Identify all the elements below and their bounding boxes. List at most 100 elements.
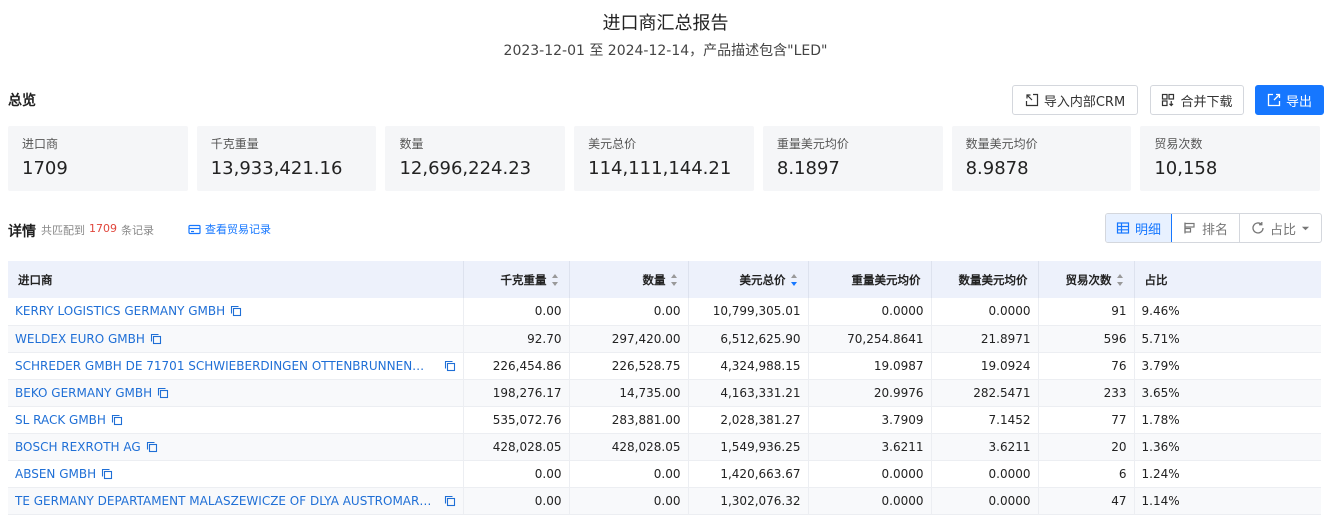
table-row: TE GERMANY DEPARTAMENT MALASZEWICZE OF D… xyxy=(8,487,1321,515)
copy-icon[interactable] xyxy=(157,387,169,399)
stat-label: 数量美元均价 xyxy=(965,137,1038,151)
stat-value: 8.9878 xyxy=(965,158,1029,179)
cell-share: 1.78% xyxy=(1134,406,1321,434)
grid-download-icon xyxy=(1162,93,1175,107)
table-row: WELDEX EURO GMBH 92.70 297,420.00 6,512,625… xyxy=(8,325,1321,353)
stat-value: 1709 xyxy=(22,158,68,179)
cell-usd-per-qty: 7.1452 xyxy=(931,406,1039,434)
merge-download-button[interactable]: 合并下载 xyxy=(1150,85,1244,115)
stat-value: 13,933,421.16 xyxy=(210,158,343,179)
copy-icon[interactable] xyxy=(101,468,113,480)
cell-weight-kg: 535,072.76 xyxy=(463,406,570,434)
cell-usd-per-kg: 3.6211 xyxy=(808,433,932,461)
cell-quantity: 428,028.05 xyxy=(569,433,689,461)
cell-trade-count: 76 xyxy=(1038,352,1135,380)
view-share-button[interactable]: 占比 xyxy=(1240,214,1321,242)
cell-usd-per-qty: 282.5471 xyxy=(931,379,1039,407)
cell-quantity: 297,420.00 xyxy=(569,325,689,353)
cell-importer: SL RACK GMBH xyxy=(8,406,464,434)
importer-link[interactable]: KERRY LOGISTICS GERMANY GMBH xyxy=(15,304,225,318)
col-usd-per-qty: 数量美元均价 xyxy=(931,261,1039,298)
cell-trade-count: 20 xyxy=(1038,433,1135,461)
cell-weight-kg: 198,276.17 xyxy=(463,379,570,407)
cell-share: 1.24% xyxy=(1134,460,1321,488)
importer-link[interactable]: SL RACK GMBH xyxy=(15,413,106,427)
cell-usd-per-qty: 19.0924 xyxy=(931,352,1039,380)
table-row: BEKO GERMANY GMBH 198,276.17 14,735.00 4,16… xyxy=(8,379,1321,407)
table-row: SL RACK GMBH 535,072.76 283,881.00 2,028,38… xyxy=(8,406,1321,434)
cell-share: 1.14% xyxy=(1134,487,1321,515)
cell-weight-kg: 0.00 xyxy=(463,460,570,488)
table-row: ABSEN GMBH 0.00 0.00 1,420,663.67 0.0000 0.00… xyxy=(8,460,1321,488)
view-rank-label: 排名 xyxy=(1201,222,1228,238)
copy-icon[interactable] xyxy=(230,305,242,317)
cell-total-usd: 2,028,381.27 xyxy=(688,406,809,434)
export-label: 导出 xyxy=(1285,94,1312,110)
stat-usd-per-qty: 数量美元均价 8.9878 xyxy=(951,126,1132,191)
col-total-usd[interactable]: 美元总价 xyxy=(688,261,809,298)
cell-usd-per-qty: 3.6211 xyxy=(931,433,1039,461)
cell-trade-count: 233 xyxy=(1038,379,1135,407)
match-summary: 共匹配到 1709 条记录 xyxy=(41,222,154,238)
cell-weight-kg: 92.70 xyxy=(463,325,570,353)
card-icon xyxy=(188,224,201,234)
view-trades-label: 查看贸易记录 xyxy=(205,223,271,236)
table-icon xyxy=(1116,222,1130,234)
table-row: SCHREDER GMBH DE 71701 SCHWIEBERDINGEN O… xyxy=(8,352,1321,380)
cell-importer: TE GERMANY DEPARTAMENT MALASZEWICZE OF D… xyxy=(8,487,464,515)
cell-importer: SCHREDER GMBH DE 71701 SCHWIEBERDINGEN O… xyxy=(8,352,464,380)
cell-usd-per-kg: 3.7909 xyxy=(808,406,932,434)
sort-desc-icon xyxy=(790,274,798,286)
view-detail-button[interactable]: 明细 xyxy=(1106,214,1172,242)
col-quantity[interactable]: 数量 xyxy=(569,261,689,298)
col-trade-count[interactable]: 贸易次数 xyxy=(1038,261,1135,298)
importer-link[interactable]: BOSCH REXROTH AG xyxy=(15,440,141,454)
cell-total-usd: 1,549,936.25 xyxy=(688,433,809,461)
stat-label: 千克重量 xyxy=(210,137,259,151)
export-icon xyxy=(1267,93,1281,107)
importer-link[interactable]: ABSEN GMBH xyxy=(15,467,96,481)
view-switcher: 明细 排名 占比 xyxy=(1105,213,1322,243)
cell-share: 3.65% xyxy=(1134,379,1321,407)
copy-icon[interactable] xyxy=(146,441,158,453)
stat-label: 数量 xyxy=(399,137,424,151)
cell-trade-count: 6 xyxy=(1038,460,1135,488)
stat-weight-kg: 千克重量 13,933,421.16 xyxy=(196,126,377,191)
stat-importers: 进口商 1709 xyxy=(8,126,188,191)
view-trades-link[interactable]: 查看贸易记录 xyxy=(188,221,271,237)
stat-trade-count: 贸易次数 10,158 xyxy=(1140,126,1321,191)
cell-total-usd: 1,302,076.32 xyxy=(688,487,809,515)
table-row: BOSCH REXROTH AG 428,028.05 428,028.05 1,54… xyxy=(8,433,1321,461)
cell-usd-per-kg: 19.0987 xyxy=(808,352,932,380)
export-button[interactable]: 导出 xyxy=(1255,85,1324,115)
col-importer: 进口商 xyxy=(8,261,464,298)
cell-usd-per-kg: 0.0000 xyxy=(808,298,932,326)
col-usd-per-kg: 重量美元均价 xyxy=(808,261,932,298)
cell-total-usd: 4,163,331.21 xyxy=(688,379,809,407)
cell-total-usd: 6,512,625.90 xyxy=(688,325,809,353)
copy-icon[interactable] xyxy=(444,495,456,507)
copy-icon[interactable] xyxy=(111,414,123,426)
col-share: 占比 xyxy=(1134,261,1321,298)
importer-link[interactable]: SCHREDER GMBH DE 71701 SCHWIEBERDINGEN O… xyxy=(15,359,435,373)
stat-label: 重量美元均价 xyxy=(776,137,849,151)
importer-link[interactable]: WELDEX EURO GMBH xyxy=(15,332,145,346)
copy-icon[interactable] xyxy=(444,360,456,372)
cell-usd-per-kg: 0.0000 xyxy=(808,487,932,515)
sort-icon xyxy=(551,274,559,286)
report-title: 进口商汇总报告 xyxy=(602,13,729,34)
import-crm-button[interactable]: 导入内部CRM xyxy=(1012,85,1138,115)
importer-link[interactable]: TE GERMANY DEPARTAMENT MALASZEWICZE OF D… xyxy=(15,494,435,508)
col-weight-kg[interactable]: 千克重量 xyxy=(463,261,570,298)
sort-icon xyxy=(670,274,678,286)
view-share-label: 占比 xyxy=(1269,222,1296,238)
importer-link[interactable]: BEKO GERMANY GMBH xyxy=(15,386,152,400)
copy-icon[interactable] xyxy=(150,333,162,345)
cell-trade-count: 91 xyxy=(1038,298,1135,326)
stat-label: 进口商 xyxy=(22,137,59,151)
cell-quantity: 0.00 xyxy=(569,298,689,326)
view-rank-button[interactable]: 排名 xyxy=(1172,214,1240,242)
cell-usd-per-qty: 21.8971 xyxy=(931,325,1039,353)
stat-value: 114,111,144.21 xyxy=(588,158,732,179)
cell-usd-per-qty: 0.0000 xyxy=(931,298,1039,326)
